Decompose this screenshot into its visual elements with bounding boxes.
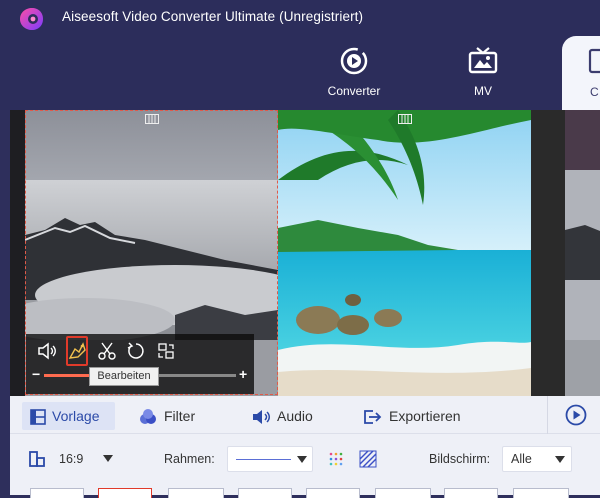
tab-exportieren[interactable]: Exportieren: [363, 402, 483, 430]
tab-audio-label: Audio: [277, 408, 313, 424]
rotate-icon[interactable]: [125, 340, 147, 362]
export-icon: [364, 410, 382, 425]
color-grid-icon[interactable]: [329, 452, 343, 466]
tile-divider: [531, 110, 565, 396]
template-thumb[interactable]: [513, 488, 569, 498]
tab-vorlage[interactable]: Vorlage: [22, 402, 115, 430]
template-thumb[interactable]: [375, 488, 431, 498]
play-button[interactable]: [547, 396, 600, 434]
drag-handle-icon[interactable]: [398, 114, 412, 124]
bildschirm-label: Bildschirm:: [429, 452, 491, 466]
volume-plus[interactable]: +: [239, 366, 247, 382]
volume-icon[interactable]: [36, 340, 58, 362]
edit-icon[interactable]: [66, 340, 88, 362]
audio-icon: [253, 410, 270, 425]
nav-mv-label: MV: [474, 84, 492, 98]
volume-minus[interactable]: −: [32, 366, 40, 382]
tab-vorlage-label: Vorlage: [52, 408, 100, 424]
rahmen-label: Rahmen:: [164, 452, 215, 466]
aspect-ratio-value[interactable]: 16:9: [59, 452, 83, 466]
app-logo-icon: [20, 8, 43, 30]
template-thumb[interactable]: [306, 488, 360, 498]
play-icon: [565, 404, 587, 426]
converter-icon: [340, 47, 368, 75]
nav-collage[interactable]: C: [562, 36, 600, 110]
template-thumb[interactable]: [168, 488, 224, 498]
nav-converter[interactable]: Converter: [309, 40, 399, 110]
app-title: Aiseesoft Video Converter Ultimate (Unre…: [62, 9, 364, 24]
tab-exportieren-label: Exportieren: [389, 408, 461, 424]
volume-slider-fill: [44, 374, 91, 377]
edit-tooltip: Bearbeiten: [89, 367, 159, 386]
bildschirm-select[interactable]: Alle: [502, 446, 572, 472]
drag-handle-icon[interactable]: [145, 114, 159, 124]
tab-filter[interactable]: Filter: [138, 402, 218, 430]
title-bar: Aiseesoft Video Converter Ultimate (Unre…: [0, 0, 600, 110]
video-tile-beach[interactable]: [278, 110, 531, 396]
tab-audio[interactable]: Audio: [251, 402, 331, 430]
template-thumb[interactable]: [238, 488, 292, 498]
rahmen-dropdown-icon: [297, 456, 307, 463]
rahmen-select[interactable]: [227, 446, 313, 472]
bildschirm-value: Alle: [511, 452, 532, 466]
replace-icon[interactable]: [155, 340, 177, 362]
filter-icon: [140, 409, 156, 425]
mv-icon: [468, 47, 498, 74]
bildschirm-dropdown-icon: [555, 456, 565, 463]
collage-icon: [588, 48, 600, 74]
tab-filter-label: Filter: [164, 408, 196, 424]
nav-mv[interactable]: MV: [438, 40, 528, 110]
aspect-ratio-icon: [29, 451, 45, 467]
template-thumb[interactable]: [30, 488, 84, 498]
template-icon: [30, 409, 46, 426]
nav-collage-label: C: [590, 85, 599, 99]
nav-converter-label: Converter: [327, 84, 381, 98]
template-thumb-selected[interactable]: [98, 488, 152, 498]
rahmen-line-preview: [236, 459, 291, 460]
scissors-icon[interactable]: [96, 340, 118, 362]
template-thumb[interactable]: [444, 488, 498, 498]
pattern-icon[interactable]: [359, 450, 377, 468]
aspect-ratio-dropdown-icon[interactable]: [103, 455, 113, 462]
video-tile-partial[interactable]: [565, 110, 600, 396]
